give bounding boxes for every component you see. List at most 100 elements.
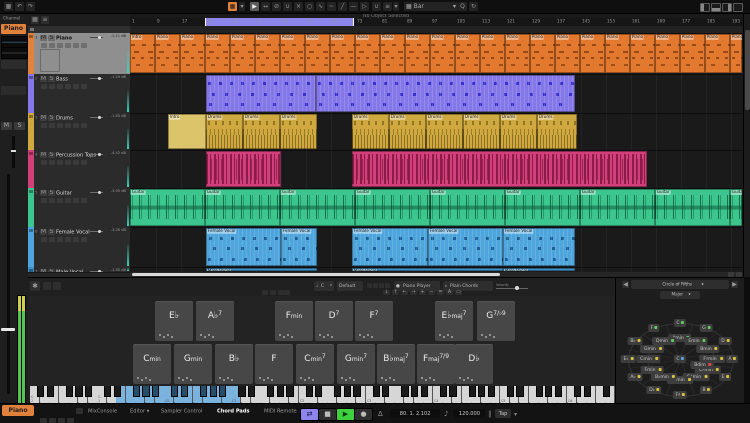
clip[interactable]: Female Vocal bbox=[352, 228, 428, 266]
cof-major-10[interactable]: B♭ bbox=[627, 337, 642, 345]
cof-minor-2[interactable]: Bmin bbox=[696, 345, 719, 353]
black-key[interactable] bbox=[37, 386, 44, 397]
track-mute-button[interactable]: M bbox=[40, 76, 47, 82]
grid-type-dropdown[interactable]: ▦ Bar▾ bbox=[404, 2, 458, 11]
cof-mode-dropdown[interactable]: Circle of Fifths ▾ bbox=[631, 280, 729, 289]
clip[interactable] bbox=[316, 75, 575, 112]
track-volume-slider[interactable] bbox=[90, 271, 103, 272]
chord-pad-d[interactable]: D♭ bbox=[455, 344, 493, 384]
clip[interactable]: Guitar bbox=[205, 189, 280, 226]
chord-pad-gmin[interactable]: Gmin bbox=[174, 344, 212, 384]
clip[interactable]: Piano bbox=[255, 34, 280, 73]
track-control-button[interactable] bbox=[65, 198, 71, 203]
track-filter-icon[interactable]: ≡ bbox=[41, 16, 49, 24]
tap-tempo-button[interactable]: Tap bbox=[495, 409, 511, 418]
workspace-icon[interactable]: ▦ bbox=[4, 2, 13, 11]
black-key[interactable] bbox=[507, 386, 514, 397]
track-control-button[interactable] bbox=[65, 237, 71, 242]
track-control-button[interactable] bbox=[57, 43, 63, 48]
track-solo-button[interactable]: S bbox=[48, 115, 55, 121]
clip[interactable]: Drums bbox=[463, 114, 500, 149]
black-key[interactable] bbox=[478, 386, 485, 397]
cof-major-11[interactable]: F bbox=[648, 324, 659, 332]
pads-page-nav-icon[interactable] bbox=[262, 290, 268, 295]
play-button[interactable]: ▶ bbox=[336, 408, 355, 421]
track-mute-button[interactable]: M bbox=[40, 152, 47, 158]
cof-major-4[interactable]: E bbox=[719, 373, 731, 381]
cof-major-8[interactable]: A♭ bbox=[627, 373, 642, 381]
track-control-button[interactable] bbox=[57, 84, 63, 89]
cof-minor-7[interactable]: B♭min bbox=[651, 373, 677, 381]
track-control-button[interactable] bbox=[49, 237, 55, 242]
black-key[interactable] bbox=[516, 386, 523, 397]
black-key[interactable] bbox=[219, 386, 226, 397]
clip[interactable]: Drums bbox=[243, 114, 280, 149]
black-key[interactable] bbox=[411, 386, 418, 397]
clip[interactable]: Piano bbox=[505, 34, 530, 73]
snap-expand-icon[interactable]: ▾ bbox=[239, 2, 245, 11]
tab-midi-remote[interactable]: MIDI Remote bbox=[264, 408, 297, 414]
cof-major-7[interactable]: D♭ bbox=[646, 386, 661, 394]
tempo-display[interactable]: 120.000 bbox=[453, 409, 485, 418]
vertical-scrollbar[interactable] bbox=[743, 14, 750, 277]
chord-pad-emaj7[interactable]: E♭maj7 bbox=[435, 301, 473, 341]
clip[interactable]: Guitar bbox=[505, 189, 580, 226]
pads-option-icon-2[interactable] bbox=[373, 283, 378, 288]
pads-transpose-icon[interactable]: − bbox=[428, 290, 435, 295]
line-tool-icon[interactable]: — bbox=[349, 2, 358, 11]
chord-pad-b[interactable]: B♭ bbox=[215, 344, 253, 384]
track-control-button[interactable] bbox=[81, 198, 87, 203]
clip[interactable]: Piano bbox=[405, 34, 430, 73]
draw-tool-icon[interactable]: ╱ bbox=[338, 2, 347, 11]
pads-transpose-icon[interactable]: ← bbox=[401, 290, 408, 295]
track-control-button[interactable] bbox=[73, 123, 79, 128]
right-zone-toggle-icon[interactable] bbox=[722, 3, 732, 12]
black-key[interactable] bbox=[248, 386, 255, 397]
selected-channel-tab[interactable]: Piano bbox=[2, 405, 34, 416]
cof-major-1[interactable]: G bbox=[700, 324, 713, 332]
clip[interactable]: Drums bbox=[426, 114, 463, 149]
track-row-bass[interactable]: 2MSBass-1.29 dB bbox=[28, 74, 130, 114]
track-control-button[interactable] bbox=[81, 237, 87, 242]
clip[interactable] bbox=[206, 75, 316, 112]
chord-pads-settings-icon[interactable]: ✱ bbox=[30, 281, 40, 291]
black-key[interactable] bbox=[114, 386, 121, 397]
quantize-button[interactable]: Q bbox=[458, 2, 467, 11]
clip[interactable]: Piano bbox=[230, 34, 255, 73]
cof-major-9[interactable]: E♭ bbox=[621, 355, 636, 363]
track-record-arm-button[interactable] bbox=[41, 160, 47, 165]
clip[interactable]: Piano bbox=[305, 34, 330, 73]
black-key[interactable] bbox=[382, 386, 389, 397]
track-control-button[interactable] bbox=[49, 84, 55, 89]
mute-button[interactable]: M bbox=[1, 122, 12, 130]
track-solo-button[interactable]: S bbox=[48, 152, 55, 158]
snap-icon[interactable]: ∪ bbox=[372, 2, 381, 11]
chord-pad-bmaj7[interactable]: B♭maj7 bbox=[377, 344, 415, 384]
black-key[interactable] bbox=[488, 386, 495, 397]
tab-chord-pads[interactable]: Chord Pads bbox=[217, 408, 250, 414]
track-control-button[interactable] bbox=[73, 84, 79, 89]
play-tool-icon[interactable]: ▷ bbox=[360, 2, 369, 11]
track-row-drums[interactable]: 3MSDrums-1.63 dB bbox=[28, 113, 130, 151]
pan-control[interactable] bbox=[12, 136, 15, 168]
clip[interactable]: Piano bbox=[180, 34, 205, 73]
cof-major-3[interactable]: A bbox=[726, 355, 738, 363]
track-volume-slider[interactable] bbox=[90, 37, 103, 38]
black-key[interactable] bbox=[267, 386, 274, 397]
track-control-button[interactable] bbox=[65, 43, 71, 48]
pads-transpose-icon[interactable]: ▭ bbox=[455, 290, 462, 295]
black-key[interactable] bbox=[200, 386, 207, 397]
chord-pad-f7[interactable]: F7 bbox=[355, 301, 393, 341]
black-key[interactable] bbox=[238, 386, 245, 397]
iterative-quantize-icon[interactable]: ↻ bbox=[469, 2, 478, 11]
volume-fader-track[interactable] bbox=[7, 174, 10, 394]
pads-view-icon[interactable] bbox=[43, 282, 51, 290]
clip[interactable]: Female Vocal bbox=[281, 228, 317, 266]
track-solo-button[interactable]: S bbox=[48, 229, 55, 235]
black-key[interactable] bbox=[66, 386, 73, 397]
black-key[interactable] bbox=[574, 386, 581, 397]
black-key[interactable] bbox=[449, 386, 456, 397]
clip[interactable]: Drums bbox=[389, 114, 426, 149]
track-row-guitar[interactable]: 5MSGuitar-3.05 dB bbox=[28, 188, 130, 228]
cof-minor-10[interactable]: Gmin bbox=[640, 345, 664, 353]
